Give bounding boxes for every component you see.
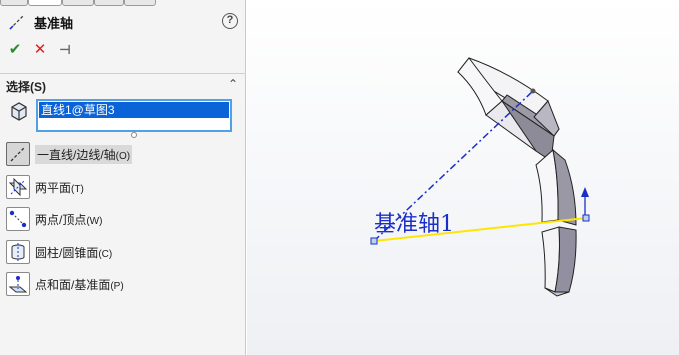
point-plane-icon xyxy=(6,272,30,296)
two-planes-icon xyxy=(6,175,30,199)
axis-endpoint-handle[interactable] xyxy=(370,237,378,245)
datum-axis-icon xyxy=(9,14,25,30)
datum-axis-label[interactable]: 基准轴1 xyxy=(374,206,454,238)
help-icon[interactable]: ? xyxy=(222,13,238,29)
tab-dimxpert[interactable] xyxy=(94,0,124,6)
option-line-edge-axis[interactable]: 一直线/边线/轴(O) xyxy=(6,141,242,167)
cylinder-cone-icon xyxy=(6,240,30,264)
option-label: 圆柱/圆锥面(C) xyxy=(35,245,113,260)
option-label: 一直线/边线/轴(O) xyxy=(35,144,133,164)
option-label: 两平面(T) xyxy=(35,180,84,195)
panel-tabs xyxy=(0,0,246,6)
feature-header: 基准轴 ? xyxy=(8,12,240,32)
collapse-icon[interactable]: ⌃ xyxy=(228,77,238,91)
graphics-viewport[interactable]: 基准轴1 xyxy=(247,0,679,355)
option-two-planes[interactable]: 两平面(T) xyxy=(6,174,242,200)
selection-entity-icon xyxy=(11,102,27,121)
model-view xyxy=(247,0,679,355)
two-points-icon xyxy=(6,207,30,231)
selection-list[interactable]: 直线1@草图3 xyxy=(36,99,232,132)
tab-display-manager[interactable] xyxy=(124,0,156,6)
option-label: 点和面/基准面(P) xyxy=(35,277,124,292)
tab-feature-manager[interactable] xyxy=(0,0,28,6)
tab-property-manager[interactable] xyxy=(28,0,62,6)
section-title: 选择(S) xyxy=(6,80,46,94)
tab-configuration-manager[interactable] xyxy=(62,0,94,6)
ok-button[interactable]: ✔ xyxy=(6,41,24,59)
action-buttons: ✔ ✕ ⊣ xyxy=(6,41,74,59)
axis-endpoint-handle[interactable] xyxy=(582,214,590,222)
property-manager-panel: 基准轴 ? ✔ ✕ ⊣ 选择(S) ⌃ 直线1@草图3 一直线/边线/轴(O) xyxy=(0,0,246,355)
divider xyxy=(0,73,246,74)
selection-section-header[interactable]: 选择(S) ⌃ xyxy=(6,77,242,94)
selection-list-item[interactable]: 直线1@草图3 xyxy=(39,102,229,118)
line-edge-axis-icon xyxy=(6,142,30,166)
curved-segment-lower[interactable] xyxy=(541,226,577,297)
option-label: 两点/顶点(W) xyxy=(35,212,103,227)
option-cylinder-cone[interactable]: 圆柱/圆锥面(C) xyxy=(6,239,242,265)
option-two-points[interactable]: 两点/顶点(W) xyxy=(6,206,242,232)
feature-title: 基准轴 xyxy=(34,15,74,31)
pin-icon[interactable]: ⊣ xyxy=(56,41,74,59)
cancel-button[interactable]: ✕ xyxy=(31,41,49,59)
option-point-plane[interactable]: 点和面/基准面(P) xyxy=(6,271,242,297)
list-resize-handle[interactable] xyxy=(131,132,137,138)
